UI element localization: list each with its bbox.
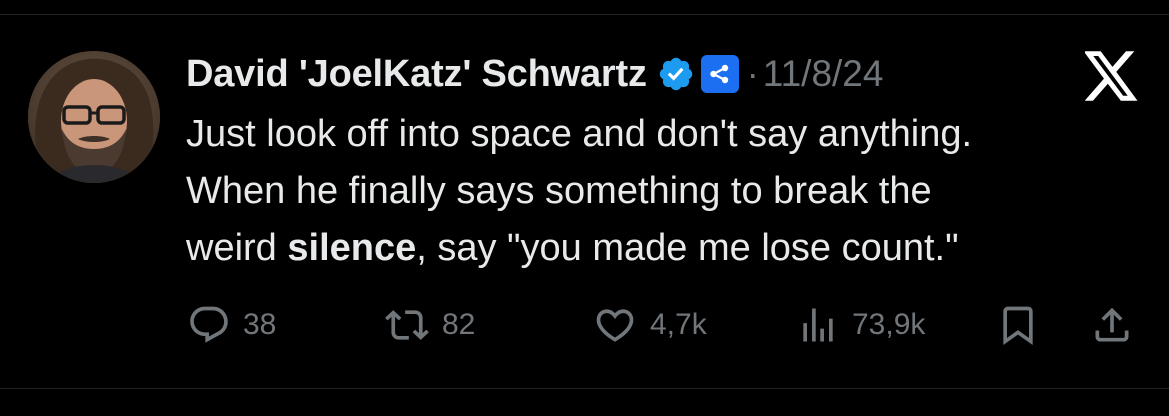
reply-button[interactable]: 38 [187, 300, 276, 350]
share-icon [1095, 307, 1129, 342]
like-button[interactable]: 4,7k [592, 300, 707, 350]
avatar-photo [28, 51, 160, 183]
tweet-text-segment: Just look off into space and don't say a… [186, 113, 973, 155]
views-button[interactable]: 73,9k [796, 300, 925, 350]
like-count: 4,7k [650, 308, 707, 341]
tweet-header: David 'JoelKatz' Schwartz · 11/8/24 [186, 48, 883, 100]
tweet-text-bold-segment: silence [287, 227, 417, 269]
separator-dot: · [746, 53, 759, 94]
tweet-date[interactable]: 11/8/24 [763, 53, 884, 95]
top-divider [0, 14, 1169, 15]
tweet-text: Just look off into space and don't say a… [186, 106, 1146, 277]
share-button[interactable] [1090, 300, 1134, 350]
repost-icon [385, 310, 429, 340]
reply-count: 38 [243, 308, 277, 341]
views-count: 73,9k [852, 308, 926, 341]
reply-icon [190, 306, 228, 343]
repost-button[interactable]: 82 [384, 300, 475, 350]
tweet-text-segment: weird [186, 227, 288, 269]
ripple-logo-icon[interactable] [700, 55, 739, 93]
author-name[interactable]: David 'JoelKatz' Schwartz [186, 53, 647, 96]
x-logo-icon[interactable] [1083, 51, 1139, 101]
repost-count: 82 [442, 308, 476, 341]
tweet-line: weird silence, say "you made me lose cou… [186, 220, 1146, 277]
action-bar: 38 82 4,7k 73,9k [0, 300, 1169, 350]
bookmark-button[interactable] [996, 300, 1040, 350]
tweet-text-segment: When he finally says something to break … [186, 170, 932, 212]
tweet-line: Just look off into space and don't say a… [186, 106, 1146, 163]
verified-badge-icon [657, 55, 695, 93]
tweet-line: When he finally says something to break … [186, 163, 1146, 220]
views-chart-icon [803, 308, 833, 342]
bottom-divider [0, 388, 1169, 389]
tweet-text-segment: , say "you made me lose count." [416, 227, 959, 269]
heart-icon [596, 309, 634, 342]
avatar[interactable] [28, 51, 160, 183]
bookmark-icon [1003, 306, 1033, 346]
